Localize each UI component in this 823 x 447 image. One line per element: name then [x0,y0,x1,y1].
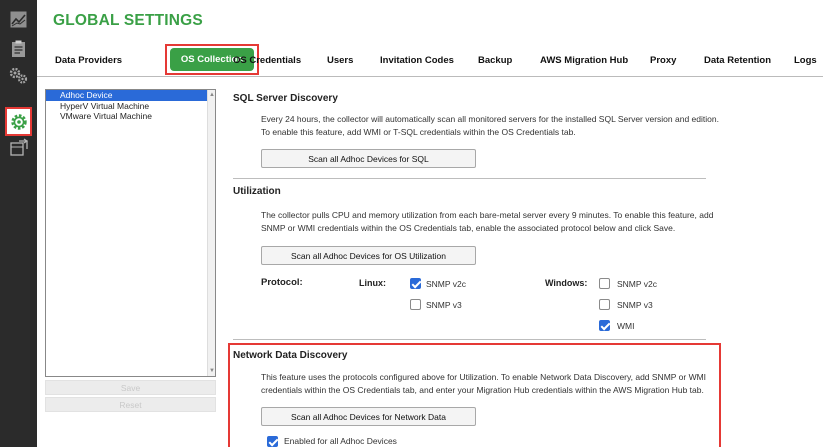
left-icon-bar [0,0,37,447]
chart-icon[interactable] [9,10,28,29]
network-enabled-label: Enabled for all Adhoc Devices [284,436,397,446]
page-title: GLOBAL SETTINGS [53,12,203,29]
network-description-line1: This feature uses the protocols configur… [261,372,707,382]
tab-backup[interactable]: Backup [478,55,512,66]
linux-label: Linux: [359,278,386,288]
divider [233,178,706,179]
scan-sql-button[interactable]: Scan all Adhoc Devices for SQL [261,149,476,168]
windows-snmp-v2c-label: SNMP v2c [617,279,657,289]
linux-snmp-v2c-label: SNMP v2c [426,279,466,289]
device-type-list[interactable]: Adhoc Device HyperV Virtual Machine VMwa… [45,89,216,377]
windows-snmp-v3-checkbox[interactable] [599,299,610,310]
save-button[interactable]: Save [45,380,216,395]
tab-logs[interactable]: Logs [794,55,817,66]
list-item[interactable]: HyperV Virtual Machine [46,101,215,112]
sql-description-line1: Every 24 hours, the collector will autom… [261,114,719,124]
sql-section-title: SQL Server Discovery [233,93,338,104]
network-section-title: Network Data Discovery [233,350,348,361]
sql-description-line2: To enable this feature, add WMI or T-SQL… [261,127,576,137]
windows-snmp-v3-label: SNMP v3 [617,300,653,310]
linux-snmp-v3-label: SNMP v3 [426,300,462,310]
utilization-description-line1: The collector pulls CPU and memory utili… [261,210,714,220]
list-scrollbar[interactable]: ▲ ▼ [207,90,215,376]
migration-icon[interactable] [9,137,28,156]
network-description-line2: credentials within the OS Credentials ta… [261,385,704,395]
network-enabled-checkbox[interactable] [267,436,278,447]
scan-network-button[interactable]: Scan all Adhoc Devices for Network Data [261,407,476,426]
scroll-up-icon[interactable]: ▲ [209,92,215,98]
linux-snmp-v3-checkbox[interactable] [410,299,421,310]
scroll-down-icon[interactable]: ▼ [209,368,215,374]
tab-data-providers[interactable]: Data Providers [55,55,122,66]
tab-proxy[interactable]: Proxy [650,55,676,66]
protocol-label: Protocol: [261,277,303,288]
list-item[interactable]: Adhoc Device [46,90,215,101]
tab-os-credentials[interactable]: OS Credentials [233,55,301,66]
windows-wmi-label: WMI [617,321,635,331]
list-item[interactable]: VMware Virtual Machine [46,111,215,122]
gears-icon[interactable] [9,66,28,85]
settings-icon[interactable] [9,112,28,131]
windows-wmi-checkbox[interactable] [599,320,610,331]
settings-tabs: Data Providers OS Collection OS Credenti… [37,44,823,77]
reset-button[interactable]: Reset [45,397,216,412]
tab-users[interactable]: Users [327,55,353,66]
tab-aws-migration-hub[interactable]: AWS Migration Hub [540,55,628,66]
clipboard-icon[interactable] [9,39,28,58]
tab-invitation-codes[interactable]: Invitation Codes [380,55,454,66]
utilization-section-title: Utilization [233,186,281,197]
windows-label: Windows: [545,278,588,288]
utilization-description-line2: SNMP or WMI credentials within the OS Cr… [261,223,676,233]
windows-snmp-v2c-checkbox[interactable] [599,278,610,289]
scan-utilization-button[interactable]: Scan all Adhoc Devices for OS Utilizatio… [261,246,476,265]
tab-data-retention[interactable]: Data Retention [704,55,771,66]
divider [233,339,706,340]
app-root: GLOBAL SETTINGS Data Providers OS Collec… [0,0,823,447]
linux-snmp-v2c-checkbox[interactable] [410,278,421,289]
